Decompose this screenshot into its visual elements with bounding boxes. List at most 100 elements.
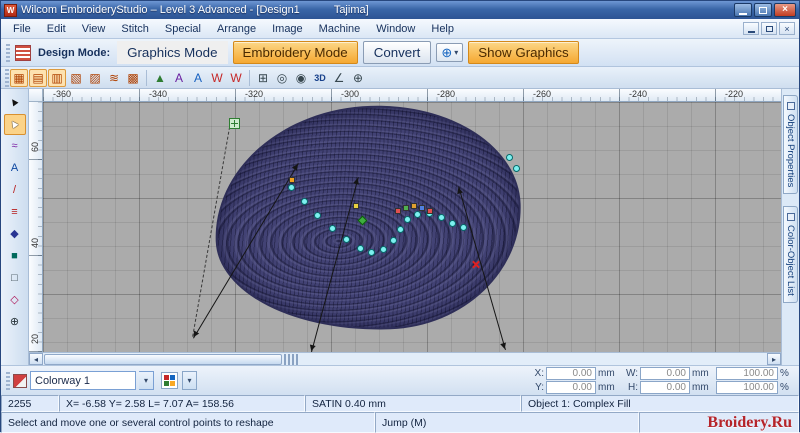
- reshape-node[interactable]: [414, 211, 421, 218]
- height-scale-field[interactable]: 100.00: [716, 381, 778, 394]
- colorway-select[interactable]: Colorway 1: [30, 371, 136, 390]
- menu-stitch[interactable]: Stitch: [113, 21, 157, 37]
- wave-effect-icon[interactable]: W: [208, 69, 226, 87]
- menu-view[interactable]: View: [74, 21, 114, 37]
- reshape-node[interactable]: [301, 198, 308, 205]
- satin-tool[interactable]: ◆: [4, 224, 26, 245]
- control-point[interactable]: [395, 208, 401, 214]
- colorway-palette-icon[interactable]: [161, 372, 178, 389]
- reshape-node[interactable]: [314, 212, 321, 219]
- triple-run-tool[interactable]: ≡: [4, 202, 26, 223]
- menu-window[interactable]: Window: [368, 21, 423, 37]
- machine-format-button[interactable]: ⊕ ▾: [436, 43, 464, 62]
- reshape-node[interactable]: [288, 184, 295, 191]
- menu-special[interactable]: Special: [157, 21, 209, 37]
- show-stitches-icon[interactable]: ◉: [292, 69, 310, 87]
- pane-splitter[interactable]: [284, 353, 298, 365]
- zoom-tool[interactable]: ⊕: [4, 312, 26, 333]
- menu-arrange[interactable]: Arrange: [209, 21, 264, 37]
- graphics-mode-button[interactable]: Graphics Mode: [117, 41, 228, 64]
- angle-tool-icon[interactable]: ∠: [330, 69, 348, 87]
- control-point[interactable]: [411, 203, 417, 209]
- show-graphics-button[interactable]: Show Graphics: [468, 41, 579, 64]
- reshape-node[interactable]: [380, 246, 387, 253]
- reshape-node[interactable]: [506, 154, 513, 161]
- title-bar[interactable]: W Wilcom EmbroideryStudio – Level 3 Adva…: [1, 1, 799, 19]
- control-point[interactable]: [353, 203, 359, 209]
- convert-button[interactable]: Convert: [362, 41, 432, 64]
- wave-fill-icon[interactable]: ≋: [105, 69, 123, 87]
- exit-point-marker[interactable]: [471, 260, 480, 269]
- fill-stitch-tatami-icon[interactable]: ▦: [10, 68, 28, 87]
- menu-image[interactable]: Image: [264, 21, 311, 37]
- minimize-button[interactable]: [734, 3, 752, 17]
- palette-dropdown-arrow[interactable]: ▾: [182, 371, 197, 390]
- menu-help[interactable]: Help: [423, 21, 462, 37]
- close-button[interactable]: ×: [774, 3, 796, 17]
- reshape-node[interactable]: [513, 165, 520, 172]
- monogram-icon[interactable]: A: [189, 69, 207, 87]
- reshape-node[interactable]: [460, 224, 467, 231]
- start-point-marker[interactable]: [229, 118, 240, 129]
- toolbar-grip[interactable]: [5, 68, 9, 87]
- reshape-node[interactable]: [397, 226, 404, 233]
- control-point[interactable]: [419, 205, 425, 211]
- reshape-node[interactable]: [438, 214, 445, 221]
- stitch-edit-tool[interactable]: ≈: [4, 136, 26, 157]
- menu-edit[interactable]: Edit: [39, 21, 74, 37]
- fill-stitch-contour-icon[interactable]: ▧: [67, 69, 85, 87]
- select-tool[interactable]: ▲: [4, 92, 26, 113]
- reshape-node[interactable]: [449, 220, 456, 227]
- fill-stitch-fancy-icon[interactable]: ▨: [86, 69, 104, 87]
- fill-stitch-motif-icon[interactable]: ▥: [48, 68, 66, 87]
- fill-tool[interactable]: ■: [4, 246, 26, 267]
- reshape-tool[interactable]: ▲: [3, 114, 26, 135]
- warp-effect-icon[interactable]: W: [227, 69, 245, 87]
- threed-view-icon[interactable]: 3D: [311, 69, 329, 87]
- height-field[interactable]: 0.00: [640, 381, 690, 394]
- doc-minimize-button[interactable]: [743, 22, 759, 35]
- applique-tool[interactable]: ◇: [4, 290, 26, 311]
- width-field[interactable]: 0.00: [640, 367, 690, 380]
- fill-stitch-satin-icon[interactable]: ▤: [29, 68, 47, 87]
- control-point[interactable]: [403, 205, 409, 211]
- scroll-right-icon[interactable]: ▸: [767, 353, 781, 365]
- menu-machine[interactable]: Machine: [311, 21, 369, 37]
- reshape-node[interactable]: [343, 236, 350, 243]
- toolbar-grip[interactable]: [6, 43, 10, 62]
- colorway-dropdown-arrow[interactable]: ▾: [139, 371, 154, 390]
- applique-icon[interactable]: ▲: [151, 69, 169, 87]
- reshape-node[interactable]: [368, 249, 375, 256]
- grid-toggle-icon[interactable]: ⊞: [254, 69, 272, 87]
- hoop-toggle-icon[interactable]: ◎: [273, 69, 291, 87]
- embroidery-mode-button[interactable]: Embroidery Mode: [232, 41, 358, 64]
- embroidery-object[interactable]: [211, 102, 525, 336]
- horizontal-scrollbar[interactable]: ◂ ▸: [29, 352, 781, 365]
- reshape-node[interactable]: [329, 225, 336, 232]
- width-scale-field[interactable]: 100.00: [716, 367, 778, 380]
- tab-object-properties[interactable]: Object Properties: [783, 95, 798, 195]
- thread-colors-icon[interactable]: [13, 373, 27, 388]
- reshape-node[interactable]: [390, 237, 397, 244]
- zoom-toggle-icon[interactable]: ⊕: [349, 69, 367, 87]
- reshape-node[interactable]: [404, 216, 411, 223]
- pattern-fill-icon[interactable]: ▩: [124, 69, 142, 87]
- tab-color-object-list[interactable]: Color-Object List: [783, 206, 798, 304]
- scrollbar-thumb[interactable]: [44, 353, 282, 365]
- y-position-field[interactable]: 0.00: [546, 381, 596, 394]
- control-point[interactable]: [289, 177, 295, 183]
- control-point[interactable]: [427, 208, 433, 214]
- toolbar-grip[interactable]: [6, 371, 10, 390]
- run-tool[interactable]: /: [4, 180, 26, 201]
- reshape-node[interactable]: [357, 245, 364, 252]
- doc-restore-button[interactable]: [761, 22, 777, 35]
- lettering-tool[interactable]: A: [4, 158, 26, 179]
- scroll-left-icon[interactable]: ◂: [29, 353, 43, 365]
- design-canvas[interactable]: [43, 102, 781, 352]
- menu-file[interactable]: File: [5, 21, 39, 37]
- lettering-icon[interactable]: A: [170, 69, 188, 87]
- doc-close-button[interactable]: ×: [779, 22, 795, 35]
- maximize-button[interactable]: [754, 3, 772, 17]
- outline-tool[interactable]: □: [4, 268, 26, 289]
- x-position-field[interactable]: 0.00: [546, 367, 596, 380]
